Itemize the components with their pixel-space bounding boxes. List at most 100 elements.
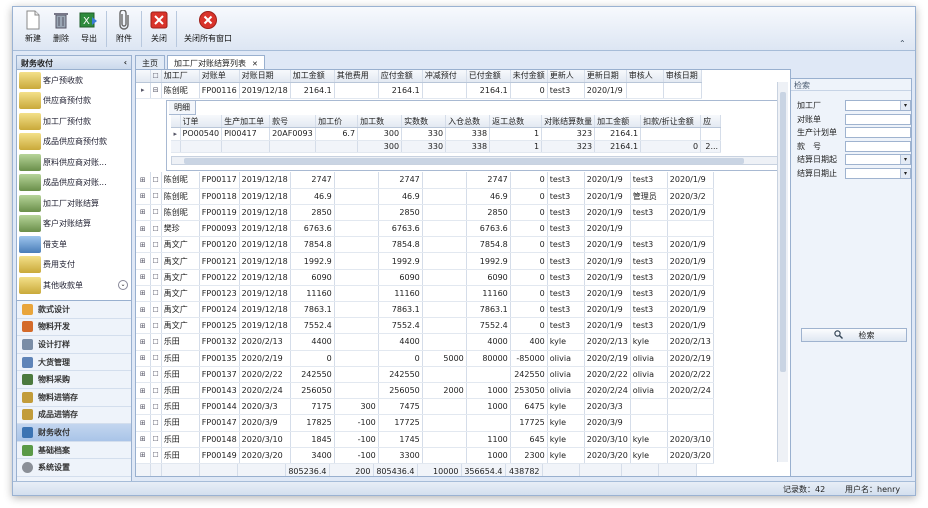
section-bulk[interactable]: 大货管理 — [17, 354, 131, 372]
style-input[interactable] — [845, 140, 911, 152]
row-checkbox[interactable]: ☐ — [150, 301, 162, 319]
row-checkbox[interactable]: ☐ — [150, 398, 162, 416]
select-all-checkbox[interactable]: ☐ — [150, 70, 162, 83]
table-row[interactable]: ⊞ ☐ 乐田 FP00148 2020/3/10 1845 -100 1745 1100 645 k… — [136, 431, 714, 448]
row-checkbox[interactable]: ☐ — [150, 431, 162, 448]
expand-row-icon[interactable]: ⊞ — [136, 252, 151, 270]
table-row[interactable]: ⊞ ☐ 禹文广 FP00123 2019/12/18 11160 11160 11160 0 te… — [136, 285, 714, 303]
row-checkbox[interactable]: ☐ — [150, 382, 162, 400]
table-row[interactable]: ⊞ ☐ 乐田 FP00132 2020/2/13 4400 4400 4000 400 kyle 2… — [136, 333, 714, 351]
expand-row-icon[interactable]: ⊞ — [136, 350, 151, 367]
scroll-thumb[interactable] — [780, 92, 786, 372]
date-from-picker[interactable]: ▾ — [845, 154, 911, 166]
column-header[interactable]: 更新人 — [547, 70, 585, 83]
expand-row-icon[interactable]: ⊞ — [136, 220, 151, 238]
detail-column-header[interactable]: 订单 — [180, 115, 223, 128]
tab-close-icon[interactable]: ✕ — [252, 60, 258, 68]
section-material-dev[interactable]: 物料开发 — [17, 319, 131, 337]
detail-column-header[interactable]: 扣款/折让金额 — [640, 115, 702, 128]
sidebar-item-customer-reconcile[interactable]: 客户对账结算 — [17, 214, 131, 235]
section-style-design[interactable]: 款式设计 — [17, 301, 131, 319]
new-button[interactable]: 新建 — [19, 7, 47, 44]
table-row[interactable]: ⊞ ☐ 禹文广 FP00125 2019/12/18 7552.4 7552.4 7552.4… — [136, 317, 714, 335]
detail-row[interactable]: ▸ PO00540 PI00417 20AF0093 6.7 300 330 338 1 323 2… — [171, 127, 722, 141]
detail-column-header[interactable]: 加工价 — [315, 115, 359, 128]
column-header[interactable]: 更新日期 — [584, 70, 627, 83]
expand-row-icon[interactable]: ⊞ — [136, 172, 151, 189]
row-checkbox[interactable]: ☐ — [150, 204, 162, 222]
sidebar-item-factory-reconcile[interactable]: 加工厂对账结算 — [17, 193, 131, 214]
table-row[interactable]: ⊞ ☐ 禹文广 FP00121 2019/12/18 1992.9 1992.9 1992.9… — [136, 252, 714, 270]
column-header[interactable]: 对账单 — [199, 70, 240, 83]
factory-select[interactable]: ▾ — [845, 100, 911, 112]
table-row[interactable]: ⊞ ☐ 陈创昵 FP00119 2019/12/18 2850 2850 2850 0 test3… — [136, 204, 714, 222]
detail-column-header[interactable]: 实数数 — [401, 115, 447, 128]
expand-row-icon[interactable]: ⊞ — [136, 317, 151, 335]
sidebar-item-material-supplier-reconcile[interactable]: 原料供应商对账... — [17, 152, 131, 173]
row-checkbox[interactable]: ☐ — [150, 236, 162, 254]
column-header[interactable]: 其他费用 — [334, 70, 379, 83]
detail-column-header[interactable]: 对账结算数量 — [541, 115, 596, 128]
close-button[interactable]: 关闭 — [145, 7, 173, 44]
scroll-down-icon[interactable]: ⌄ — [118, 280, 128, 291]
table-row[interactable]: ⊞ ☐ 乐田 FP00144 2020/3/3 7175 300 7475 1000 6475 ky… — [136, 398, 714, 416]
row-checkbox[interactable]: ☐ — [150, 172, 162, 189]
chevron-down-icon[interactable]: ▾ — [900, 155, 910, 165]
sidebar-item-product-supplier-reconcile[interactable]: 成品供应商对账... — [17, 173, 131, 194]
table-row[interactable]: ⊞ ☐ 樊珍 FP00093 2019/12/18 6763.6 6763.6 6763.6 0… — [136, 220, 714, 238]
table-row[interactable]: ⊞ ☐ 乐田 FP00147 2020/3/9 17825 -100 17725 17725 ky… — [136, 414, 714, 432]
table-row-expanded[interactable]: ▸ ⊟ 陈创昵 FP00116 2019/12/18 2164.1 2164.1 2164.1… — [136, 82, 702, 99]
detail-column-header[interactable]: 加工数 — [357, 115, 403, 128]
expand-row-icon[interactable]: ⊞ — [136, 431, 151, 448]
detail-column-header[interactable]: 加工金额 — [594, 115, 642, 128]
expand-row-icon[interactable]: ⊞ — [136, 188, 151, 205]
sidebar-item-customer-prepayment[interactable]: 客户预收款 — [17, 70, 131, 91]
table-row[interactable]: ⊞ ☐ 乐田 FP00137 2020/2/22 242550 242550 242550 ol… — [136, 366, 714, 383]
table-row[interactable]: ⊞ ☐ 禹文广 FP00122 2019/12/18 6090 6090 6090 0 test3… — [136, 269, 714, 286]
expand-row-icon[interactable]: ⊞ — [136, 414, 151, 432]
column-header[interactable]: 应付金额 — [378, 70, 423, 83]
close-all-button[interactable]: 关闭所有窗口 — [180, 7, 236, 44]
column-header[interactable]: 加工金额 — [290, 70, 335, 83]
expand-row-icon[interactable]: ⊞ — [136, 382, 151, 400]
table-row[interactable]: ⊞ ☐ 禹文广 FP00124 2019/12/18 7863.1 7863.1 7863.1… — [136, 301, 714, 319]
expand-row-icon[interactable]: ⊞ — [136, 333, 151, 351]
search-button[interactable]: 检索 — [801, 328, 907, 342]
row-checkbox[interactable]: ☐ — [150, 252, 162, 270]
column-header[interactable]: 对账日期 — [239, 70, 291, 83]
detail-column-header[interactable]: 入仓总数 — [445, 115, 491, 128]
section-material-inventory[interactable]: 物料进销存 — [17, 389, 131, 407]
sidebar-item-product-supplier-prepayment[interactable]: 成品供应商预付款 — [17, 132, 131, 153]
row-checkbox[interactable]: ☐ — [150, 317, 162, 335]
table-row[interactable]: ⊞ ☐ 陈创昵 FP00118 2019/12/18 46.9 46.9 46.9 0 test3… — [136, 188, 714, 205]
sidebar-collapse-icon[interactable]: ‹ — [124, 58, 127, 67]
delete-button[interactable]: 删除 — [47, 7, 75, 44]
plan-input[interactable] — [845, 127, 911, 139]
scroll-thumb[interactable] — [184, 158, 744, 164]
expand-row-icon[interactable]: ⊞ — [136, 301, 151, 319]
grid-vertical-scrollbar[interactable] — [777, 82, 788, 462]
section-basic-data[interactable]: 基础档案 — [17, 442, 131, 460]
detail-tab[interactable]: 明细 — [169, 101, 196, 115]
sidebar-item-loan[interactable]: 借支单 — [17, 234, 131, 255]
row-checkbox[interactable]: ☐ — [150, 350, 162, 367]
section-purchase[interactable]: 物料采购 — [17, 371, 131, 389]
section-finance[interactable]: 财务收付 — [17, 424, 131, 442]
table-row[interactable]: ⊞ ☐ 禹文广 FP00120 2019/12/18 7854.8 7854.8 7854.8… — [136, 236, 714, 254]
detail-column-header[interactable]: 款号 — [269, 115, 317, 128]
column-header[interactable]: 冲减预付 — [422, 70, 467, 83]
column-header[interactable]: 已付金额 — [466, 70, 511, 83]
row-checkbox[interactable]: ☐ — [150, 366, 162, 383]
export-button[interactable]: X 导出 — [75, 7, 103, 44]
column-header[interactable]: 审核人 — [626, 70, 664, 83]
row-checkbox[interactable]: ☐ — [150, 188, 162, 205]
attachment-button[interactable]: 附件 — [110, 7, 138, 44]
expand-row-icon[interactable]: ⊞ — [136, 269, 151, 286]
row-checkbox[interactable]: ☐ — [150, 447, 162, 464]
sidebar-item-factory-prepayment[interactable]: 加工厂预付款 — [17, 111, 131, 132]
table-row[interactable]: ⊞ ☐ 乐田 FP00143 2020/2/24 256050 256050 2000 1000… — [136, 382, 714, 400]
row-checkbox[interactable]: ☐ — [150, 414, 162, 432]
detail-column-header[interactable]: 应 — [700, 115, 722, 128]
detail-horizontal-scrollbar[interactable] — [171, 156, 783, 165]
sidebar-item-supplier-prepayment[interactable]: 供应商预付款 — [17, 91, 131, 112]
